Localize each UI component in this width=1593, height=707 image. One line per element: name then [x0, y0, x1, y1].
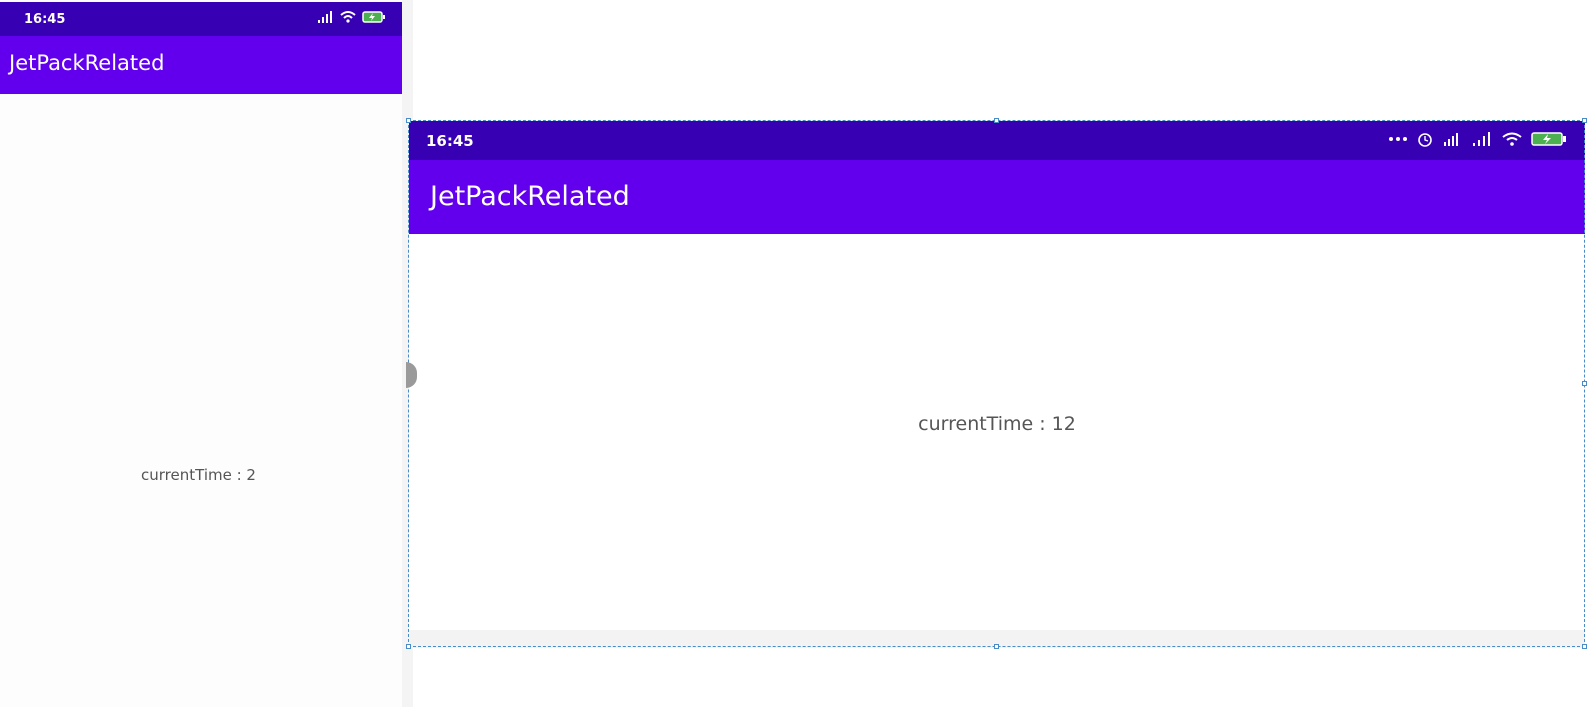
phone-preview-left: 16:45 JetPackRelated currentTime : 2: [0, 0, 402, 707]
resize-handle-bottom-center[interactable]: [994, 644, 999, 649]
status-bar: 16:45: [409, 121, 1585, 160]
status-bar: 16:45: [0, 2, 402, 36]
hd-signal-icon: [1444, 133, 1458, 146]
signal-icon: [1473, 132, 1490, 146]
app-title: JetPackRelated: [9, 51, 165, 75]
app-bar: JetPackRelated: [0, 36, 402, 94]
status-icons: [1388, 131, 1567, 147]
current-time-text: currentTime : 12: [918, 413, 1076, 435]
alarm-icon: [1418, 133, 1432, 147]
battery-charging-icon: [362, 11, 385, 23]
wifi-icon: [340, 11, 356, 23]
more-dots-icon: [1389, 137, 1407, 141]
status-time: 16:45: [24, 12, 66, 27]
resize-handle-top-center[interactable]: [994, 118, 999, 123]
resize-handle-top-right[interactable]: [1582, 118, 1587, 123]
resize-handle-bottom-left[interactable]: [406, 644, 411, 649]
app-bar: JetPackRelated: [409, 160, 1585, 234]
app-title: JetPackRelated: [430, 181, 630, 212]
resize-handle-bottom-right[interactable]: [1582, 644, 1587, 649]
phone-preview-right: 16:45 JetPackRelated currentTime: 12: [409, 121, 1585, 648]
current-time-text: currentTime : 2: [141, 466, 256, 484]
wifi-icon: [1502, 132, 1522, 146]
signal-icon: [318, 11, 332, 23]
status-time: 16:45: [426, 132, 474, 150]
battery-charging-icon: [1531, 132, 1566, 146]
status-icons: [318, 11, 386, 23]
resize-handle-middle-right[interactable]: [1582, 381, 1587, 386]
resize-handle-top-left[interactable]: [406, 118, 411, 123]
